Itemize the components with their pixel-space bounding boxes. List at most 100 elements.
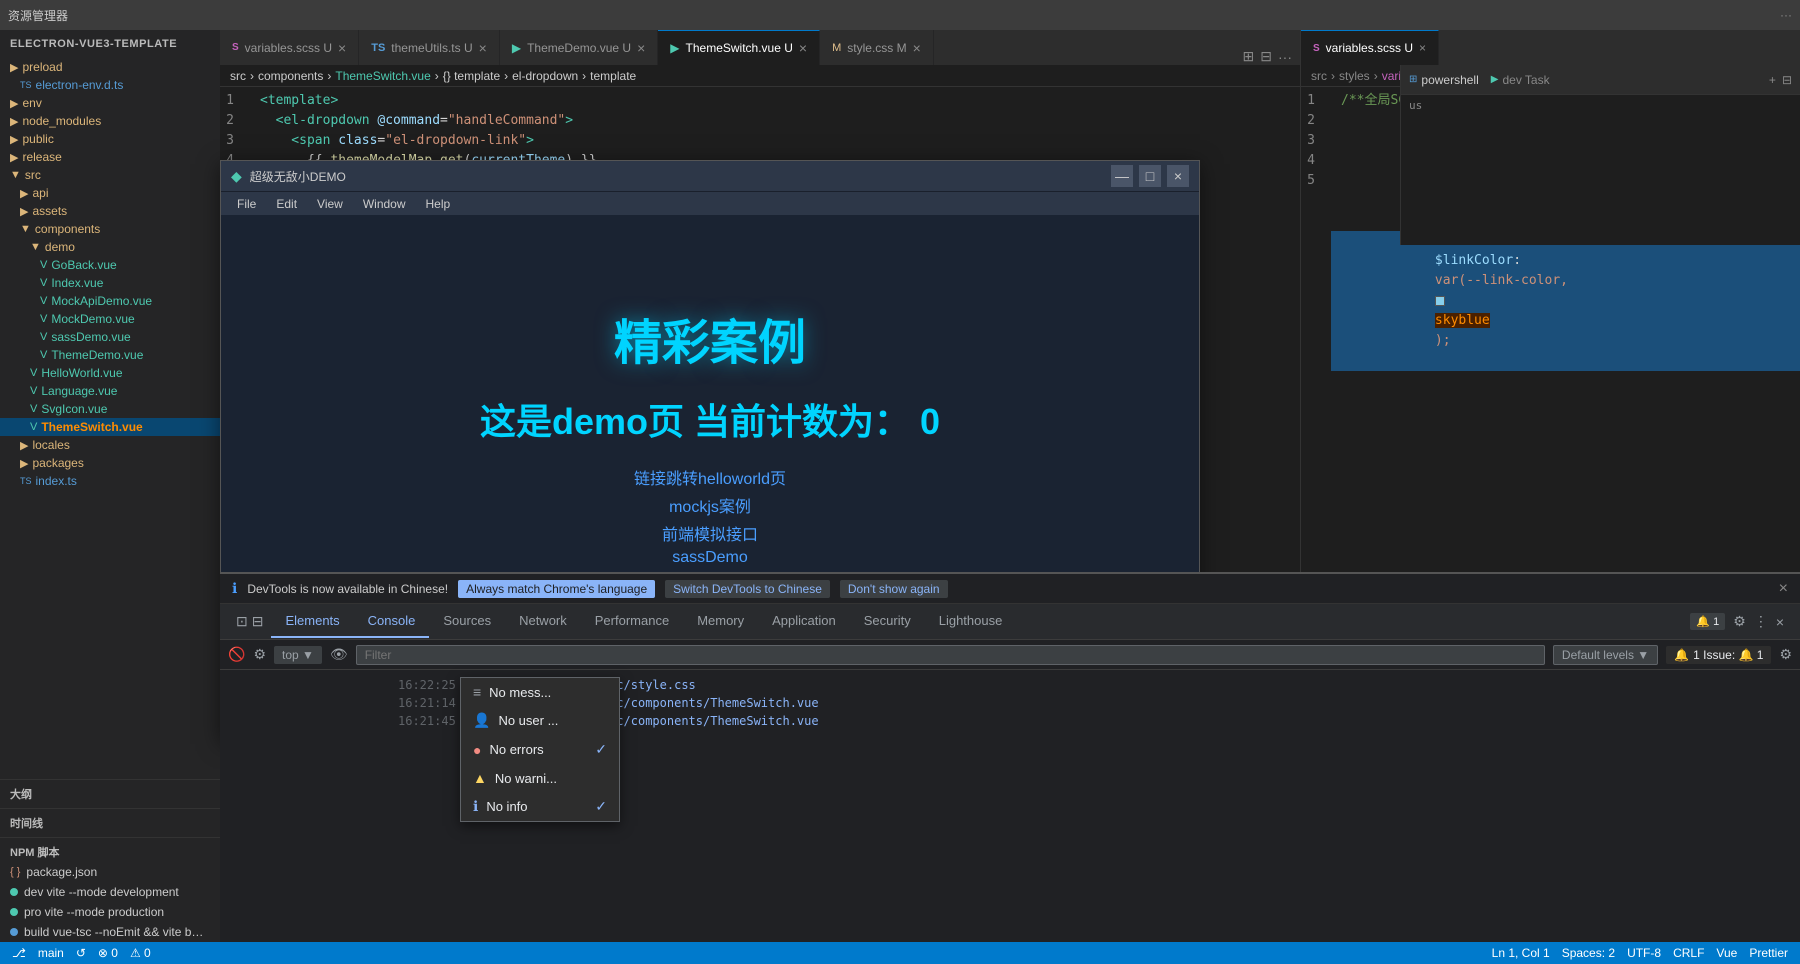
- dropdown-item-user[interactable]: 👤 No user ...: [461, 706, 619, 735]
- sidebar-item-preload[interactable]: ▶preload: [0, 58, 220, 76]
- sidebar-item-themeswitch-vue[interactable]: VThemeSwitch.vue: [0, 418, 220, 436]
- npm-run-pro[interactable]: pro vite --mode production: [0, 902, 220, 922]
- preview-close-btn[interactable]: ×: [1167, 165, 1189, 187]
- devtools-tab-network[interactable]: Network: [505, 605, 581, 638]
- devtools-close-icon[interactable]: ×: [1776, 614, 1784, 630]
- devtools-tab-security[interactable]: Security: [850, 605, 925, 638]
- sidebar-item-api[interactable]: ▶api: [0, 184, 220, 202]
- sidebar-item-mockdemo-vue[interactable]: VMockDemo.vue: [0, 310, 220, 328]
- tab-themeutils-ts[interactable]: TS themeUtils.ts U ×: [359, 30, 500, 65]
- notification-close-btn[interactable]: ×: [1779, 580, 1788, 598]
- devtools-device-icon[interactable]: ⊟: [252, 613, 264, 630]
- tab-close-scss[interactable]: ×: [338, 40, 346, 56]
- devtools-tab-lighthouse[interactable]: Lighthouse: [925, 605, 1017, 638]
- titlebar-dots[interactable]: ···: [1780, 8, 1792, 22]
- terminal-add-icon[interactable]: +: [1769, 73, 1776, 87]
- sidebar-item-src[interactable]: ▼src: [0, 166, 220, 184]
- tab-close-css[interactable]: ×: [913, 40, 921, 56]
- tab-variables-scss[interactable]: S variables.scss U ×: [220, 30, 359, 65]
- clear-console-icon[interactable]: 🚫: [228, 646, 245, 663]
- right-tab-variables[interactable]: S variables.scss U ×: [1301, 30, 1439, 65]
- menu-help[interactable]: Help: [426, 197, 451, 211]
- console-filter-input[interactable]: [356, 645, 1545, 665]
- tab-themedemo-vue[interactable]: ▶ ThemeDemo.vue U ×: [500, 30, 658, 65]
- npm-run-dev[interactable]: dev vite --mode development: [0, 882, 220, 902]
- language-indicator[interactable]: Vue: [1716, 946, 1737, 960]
- preview-link-helloworld[interactable]: 链接跳转helloworld页: [634, 465, 786, 489]
- warning-count[interactable]: ⚠ 0: [130, 946, 151, 960]
- switch-chinese-btn[interactable]: Switch DevTools to Chinese: [665, 580, 830, 598]
- sidebar-item-mockapidemo-vue[interactable]: VMockApiDemo.vue: [0, 292, 220, 310]
- preview-minimize-btn[interactable]: —: [1111, 165, 1133, 187]
- npm-run-build[interactable]: build vue-tsc --noEmit && vite build &: [0, 922, 220, 942]
- sidebar-item-index-vue[interactable]: VIndex.vue: [0, 274, 220, 292]
- sidebar-item-assets[interactable]: ▶assets: [0, 202, 220, 220]
- ln-col-indicator[interactable]: Ln 1, Col 1: [1492, 946, 1550, 960]
- dropdown-item-warnings[interactable]: ▲ No warni...: [461, 764, 619, 792]
- error-count[interactable]: ⊗ 0: [98, 946, 118, 960]
- sidebar-item-packages[interactable]: ▶packages: [0, 454, 220, 472]
- sync-icon[interactable]: ↺: [76, 946, 86, 960]
- sidebar-item-release[interactable]: ▶release: [0, 148, 220, 166]
- eye-icon[interactable]: 👁: [330, 646, 348, 663]
- sidebar-item-demo[interactable]: ▼demo: [0, 238, 220, 256]
- sidebar-item-svgicon-vue[interactable]: VSvgIcon.vue: [0, 400, 220, 418]
- devtools-tab-performance[interactable]: Performance: [581, 605, 683, 638]
- devtools-more-icon[interactable]: ⋮: [1754, 613, 1768, 630]
- preview-link-mockjs[interactable]: mockjs案例: [669, 493, 751, 517]
- spaces-indicator[interactable]: Spaces: 2: [1562, 946, 1615, 960]
- default-levels-dropdown[interactable]: Default levels ▼: [1553, 645, 1658, 665]
- issue-badge[interactable]: 🔔 1 Issue: 🔔 1: [1666, 646, 1771, 664]
- sidebar-item-helloworld-vue[interactable]: VHelloWorld.vue: [0, 364, 220, 382]
- preview-link-mockapi[interactable]: 前端模拟接口: [662, 521, 758, 545]
- tab-close-ts[interactable]: ×: [479, 40, 487, 56]
- devtools-tab-application[interactable]: Application: [758, 605, 850, 638]
- more-icon[interactable]: ···: [1278, 49, 1292, 65]
- menu-edit[interactable]: Edit: [276, 197, 297, 211]
- eol-indicator[interactable]: CRLF: [1673, 946, 1704, 960]
- dont-show-btn[interactable]: Don't show again: [840, 580, 948, 598]
- devtools-tab-memory[interactable]: Memory: [683, 605, 758, 638]
- sidebar-item-node-modules[interactable]: ▶node_modules: [0, 112, 220, 130]
- terminal-tab-dev[interactable]: ▶ dev Task: [1491, 73, 1550, 87]
- sidebar-item-electron-env-d-ts[interactable]: TSelectron-env.d.ts: [0, 76, 220, 94]
- sidebar-item-sassdemo-vue[interactable]: VsassDemo.vue: [0, 328, 220, 346]
- editor-layout-icon[interactable]: ⊟: [1260, 48, 1272, 65]
- dropdown-item-messages[interactable]: ≡ No mess...: [461, 678, 619, 706]
- dropdown-item-errors[interactable]: ● No errors ✓: [461, 735, 619, 764]
- sidebar-item-env[interactable]: ▶env: [0, 94, 220, 112]
- encoding-indicator[interactable]: UTF-8: [1627, 946, 1661, 960]
- right-tab-close[interactable]: ×: [1419, 41, 1426, 55]
- devtools-tab-console[interactable]: Console: [354, 605, 430, 638]
- split-editor-icon[interactable]: ⊞: [1243, 48, 1255, 65]
- sidebar-item-index-ts[interactable]: TSindex.ts: [0, 472, 220, 490]
- sidebar-item-themedemo-vue[interactable]: VThemeDemo.vue: [0, 346, 220, 364]
- sidebar-item-language-vue[interactable]: VLanguage.vue: [0, 382, 220, 400]
- devtools-tab-sources[interactable]: Sources: [429, 605, 505, 638]
- devtools-tab-elements[interactable]: Elements: [271, 605, 353, 638]
- sidebar-item-locales[interactable]: ▶locales: [0, 436, 220, 454]
- npm-package-json[interactable]: { } package.json: [0, 862, 220, 882]
- devtools-settings-icon[interactable]: ⚙: [1733, 613, 1746, 630]
- sidebar-item-public[interactable]: ▶public: [0, 130, 220, 148]
- terminal-split-icon[interactable]: ⊟: [1782, 73, 1792, 87]
- git-branch-label[interactable]: main: [38, 946, 64, 960]
- sidebar-item-components[interactable]: ▼components: [0, 220, 220, 238]
- menu-window[interactable]: Window: [363, 197, 406, 211]
- always-match-btn[interactable]: Always match Chrome's language: [458, 580, 655, 598]
- tab-style-css[interactable]: M style.css M ×: [820, 30, 934, 65]
- sidebar-item-goback-vue[interactable]: VGoBack.vue: [0, 256, 220, 274]
- preview-maximize-btn[interactable]: □: [1139, 165, 1161, 187]
- tab-close-themedemo[interactable]: ×: [637, 40, 645, 56]
- console-settings-icon[interactable]: ⚙: [253, 646, 266, 663]
- terminal-tab-powershell[interactable]: ⊞ powershell: [1409, 73, 1479, 87]
- top-dropdown[interactable]: top ▼: [274, 646, 322, 664]
- menu-file[interactable]: File: [237, 197, 256, 211]
- menu-view[interactable]: View: [317, 197, 343, 211]
- devtools-inspect-icon[interactable]: ⊡: [236, 613, 248, 630]
- prettier-indicator[interactable]: Prettier: [1749, 946, 1788, 960]
- tab-themeswitch-vue[interactable]: ▶ ThemeSwitch.vue U ×: [658, 30, 820, 65]
- tab-close-themeswitch[interactable]: ×: [799, 40, 807, 56]
- dropdown-item-info[interactable]: ℹ No info ✓: [461, 792, 619, 821]
- console-gear-icon[interactable]: ⚙: [1779, 646, 1792, 663]
